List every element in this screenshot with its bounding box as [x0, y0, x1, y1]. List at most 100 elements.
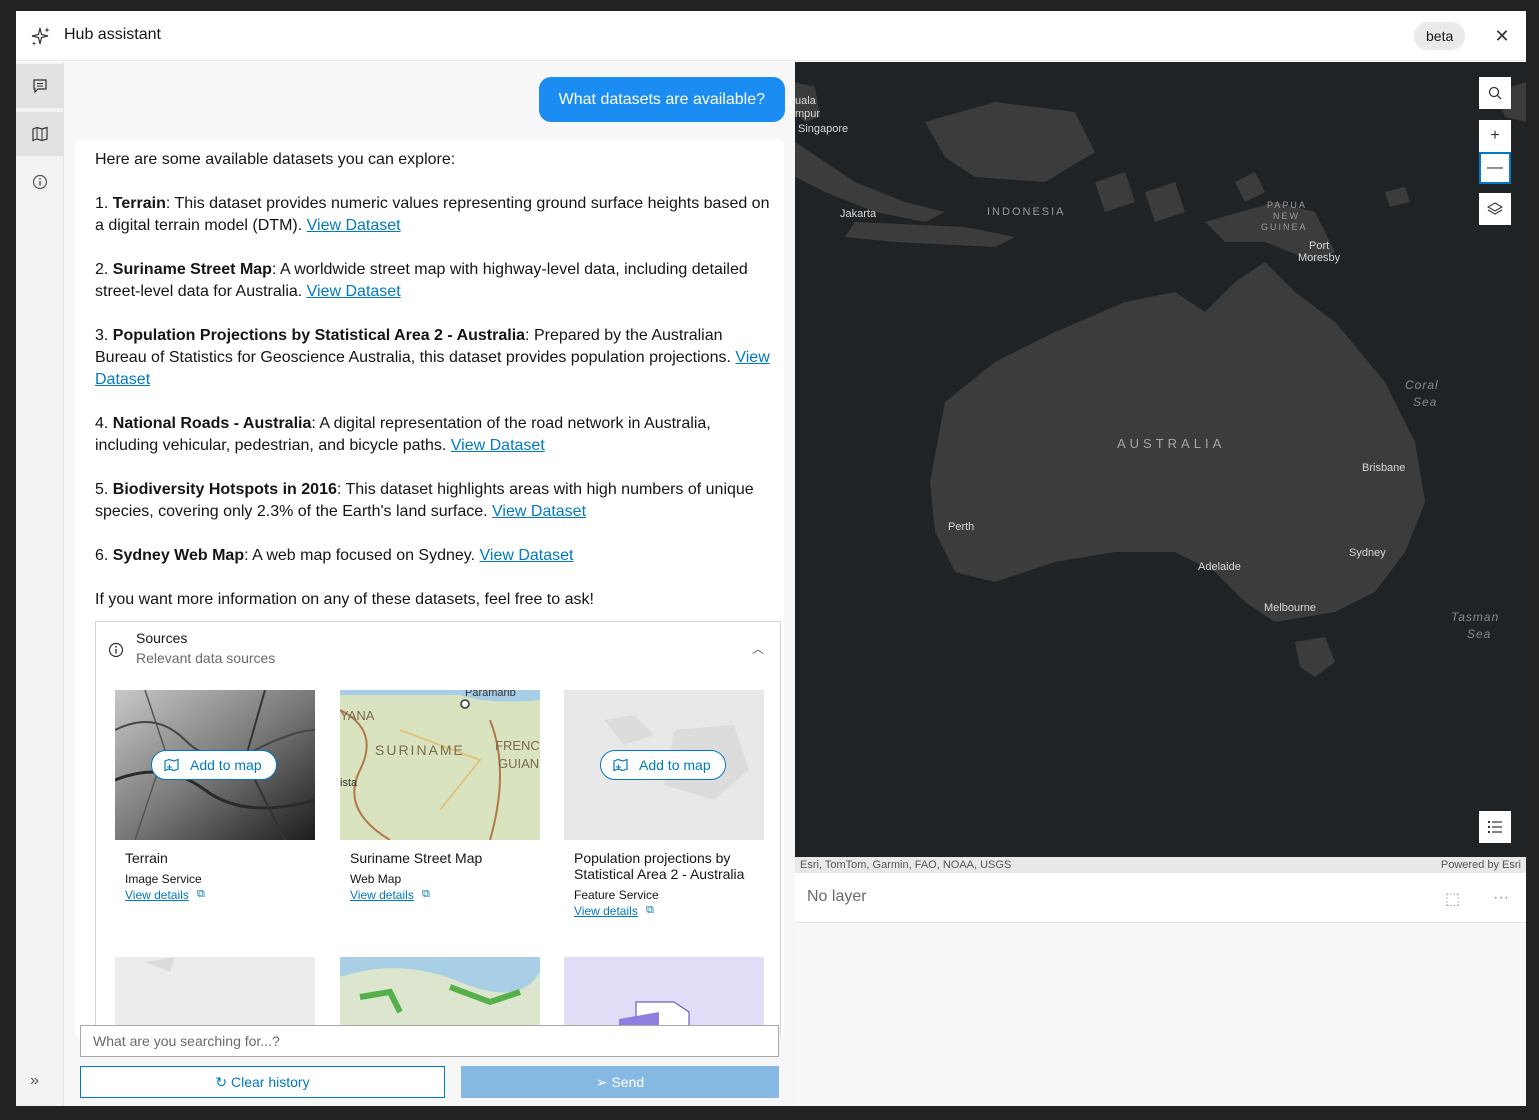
suriname-thumbnail: SURINAME YANA FRENC GUIAN Paramarib ista: [340, 690, 540, 840]
sources-subtitle: Relevant data sources: [136, 650, 276, 666]
map-label: INDONESIA: [987, 206, 1066, 218]
map-attribution: Esri, TomTom, Garmin, FAO, NOAA, USGS Po…: [795, 857, 1526, 873]
info-icon: [32, 174, 48, 190]
hub-assistant-dialog: Hub assistant beta ✕ » What datasets are…: [16, 11, 1526, 1106]
side-rail: »: [16, 62, 64, 1106]
source-card-type: Web Map: [350, 872, 402, 886]
layer-label: No layer: [807, 888, 867, 905]
source-card-type: Feature Service: [574, 888, 659, 902]
chat-icon: [33, 79, 47, 94]
external-link-icon: ⧉: [197, 888, 205, 900]
view-dataset-link[interactable]: View Dataset: [451, 437, 545, 454]
map-label: Sea: [1467, 627, 1492, 641]
chevron-up-icon[interactable]: ︿: [752, 640, 764, 657]
send-button[interactable]: ➢ Send: [461, 1066, 779, 1098]
source-card-title: Suriname Street Map: [350, 850, 483, 866]
map-label: Sydney: [1349, 547, 1386, 559]
layer-table-bar: No layer ⬚ ···: [795, 873, 1526, 923]
source-card-title: Terrain: [125, 850, 168, 866]
answer-outro: If you want more information on any of t…: [95, 591, 594, 608]
info-tab[interactable]: [16, 160, 64, 204]
zoom-out-icon: —: [1487, 159, 1503, 176]
population-thumbnail: Add to map: [564, 690, 764, 840]
source-card-type: Image Service: [125, 872, 202, 886]
map-label: PAPUA: [1267, 200, 1307, 210]
map-label: Jakarta: [840, 208, 877, 220]
powered-by[interactable]: Powered by Esri: [1441, 857, 1521, 873]
answer-text: Here are some available datasets you can…: [95, 149, 770, 633]
view-dataset-link[interactable]: View Dataset: [307, 217, 401, 234]
legend-button[interactable]: [1479, 811, 1511, 843]
source-card-title: Population projections by Statistical Ar…: [574, 850, 745, 882]
partial-thumbnail: [340, 957, 540, 1027]
zoom-in-button[interactable]: +: [1479, 120, 1511, 152]
map-label: Adelaide: [1198, 561, 1241, 573]
search-input[interactable]: What are you searching for...?: [80, 1025, 779, 1057]
user-message-bubble: What datasets are available?: [538, 77, 785, 122]
legend-icon: [1488, 821, 1502, 833]
layers-icon: [1487, 202, 1503, 215]
external-link-icon: ⧉: [422, 888, 430, 900]
close-icon[interactable]: ✕: [1492, 26, 1512, 46]
more-options-icon[interactable]: ···: [1493, 889, 1511, 907]
answer-item-2: 2. Suriname Street Map: A worldwide stre…: [95, 261, 748, 300]
map-label: Sea: [1413, 395, 1438, 409]
map-label: Tasman: [1451, 610, 1500, 624]
map-view[interactable]: uala mpur Singapore Jakarta INDONESIA PA…: [795, 62, 1526, 857]
layers-button[interactable]: [1479, 193, 1511, 225]
guyana-map-label: YANA: [340, 708, 375, 723]
map-land-layer: [795, 82, 1526, 677]
terrain-thumbnail: Add to map: [115, 690, 315, 840]
external-link-icon: ⧉: [646, 904, 654, 916]
view-dataset-link[interactable]: View Dataset: [480, 547, 574, 564]
map-label: uala: [795, 95, 816, 107]
answer-intro: Here are some available datasets you can…: [95, 151, 456, 168]
map-label: AUSTRALIA: [1117, 436, 1226, 451]
answer-item-6: 6. Sydney Web Map: A web map focused on …: [95, 547, 574, 564]
expand-rail-icon[interactable]: »: [30, 1072, 39, 1090]
zoom-out-button[interactable]: —: [1479, 152, 1511, 184]
sparkle-icon: [31, 27, 50, 46]
attribution-sources: Esri, TomTom, Garmin, FAO, NOAA, USGS: [800, 859, 1012, 871]
suriname-map-label: SURINAME: [375, 742, 465, 758]
map-label: GUINEA: [1261, 222, 1308, 232]
map-label: Brisbane: [1362, 462, 1406, 474]
chat-panel: What datasets are available? Here are so…: [64, 62, 795, 1106]
map-label: NEW: [1273, 211, 1300, 221]
select-area-icon[interactable]: ⬚: [1445, 889, 1463, 908]
map-label: Port: [1309, 240, 1330, 252]
assistant-answer-card: Here are some available datasets you can…: [75, 139, 784, 1039]
partial-thumbnail: [115, 957, 315, 1027]
answer-item-4: 4. National Roads - Australia: A digital…: [95, 415, 711, 454]
answer-item-3: 3. Population Projections by Statistical…: [95, 327, 770, 388]
view-details-link[interactable]: View details: [125, 888, 189, 902]
french-guiana-map-label-1: FRENC: [495, 738, 540, 753]
add-to-map-button[interactable]: Add to map: [151, 750, 277, 780]
send-icon: ➢: [595, 1074, 608, 1090]
map-label: Moresby: [1298, 252, 1341, 264]
map-label: Singapore: [798, 123, 849, 135]
view-dataset-link[interactable]: View Dataset: [307, 283, 401, 300]
dialog-title: Hub assistant: [64, 26, 161, 43]
refresh-icon: ↻: [215, 1074, 228, 1090]
sources-panel: Sources Relevant data sources ︿ Add to m…: [95, 621, 781, 1039]
view-dataset-link[interactable]: View Dataset: [492, 503, 586, 520]
clear-history-button[interactable]: ↻ Clear history: [80, 1066, 445, 1098]
view-details-link[interactable]: View details: [350, 888, 414, 902]
chat-tab[interactable]: [16, 64, 64, 108]
info-icon: [108, 642, 124, 658]
paramaribo-map-label: Paramarib: [465, 690, 516, 699]
add-layer-icon: [164, 758, 179, 772]
dialog-header: Hub assistant beta ✕: [16, 11, 1526, 61]
view-details-link[interactable]: View details: [574, 904, 638, 918]
map-label: Coral: [1405, 378, 1439, 392]
add-to-map-button[interactable]: Add to map: [600, 750, 726, 780]
partial-thumbnail: [564, 957, 764, 1027]
map-label: Melbourne: [1264, 602, 1316, 614]
map-tab[interactable]: [16, 112, 64, 156]
map-search-button[interactable]: [1479, 77, 1511, 109]
answer-item-5: 5. Biodiversity Hotspots in 2016: This d…: [95, 481, 754, 520]
search-icon: [1488, 86, 1502, 100]
zoom-in-icon: +: [1490, 127, 1500, 144]
ista-map-label: ista: [340, 777, 358, 789]
